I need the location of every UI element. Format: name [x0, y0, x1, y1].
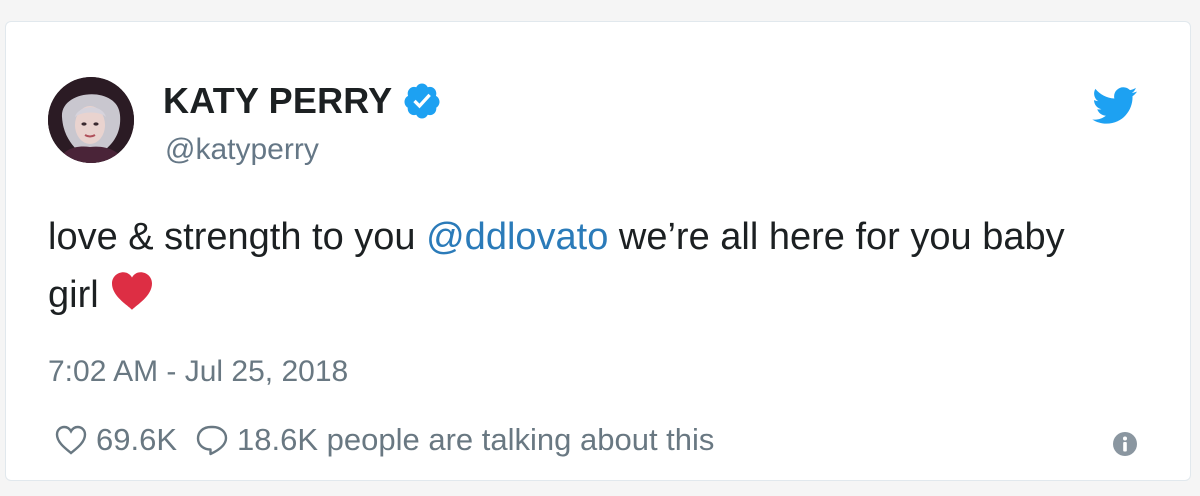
reply-button[interactable]: 18.6K people are talking about this [195, 422, 714, 458]
verified-badge-icon [404, 83, 440, 119]
avatar[interactable] [48, 77, 134, 163]
tweet-actions: 69.6K 18.6K people are talking about thi… [54, 422, 714, 458]
like-button[interactable]: 69.6K [54, 422, 177, 458]
speech-bubble-icon [196, 425, 228, 456]
like-count: 69.6K [96, 422, 178, 457]
tweet-timestamp[interactable]: 7:02 AM - Jul 25, 2018 [48, 355, 348, 389]
conversation-count: 18.6K people are talking about this [237, 422, 715, 457]
red-heart-icon [111, 272, 152, 310]
tweet-text-start: love & strength to you [48, 216, 427, 258]
tweet-text: love & strength to you @ddlovato we’re a… [48, 208, 1108, 324]
user-handle[interactable]: @katyperry [165, 133, 319, 167]
tweet-card[interactable]: KATY PERRY @katyperry love & strength to… [5, 21, 1191, 481]
info-icon[interactable] [1110, 429, 1140, 459]
mention-link[interactable]: @ddlovato [426, 216, 608, 258]
twitter-bird-icon[interactable] [1092, 87, 1138, 125]
display-name[interactable]: KATY PERRY [163, 80, 392, 122]
heart-outline-icon [55, 425, 87, 455]
